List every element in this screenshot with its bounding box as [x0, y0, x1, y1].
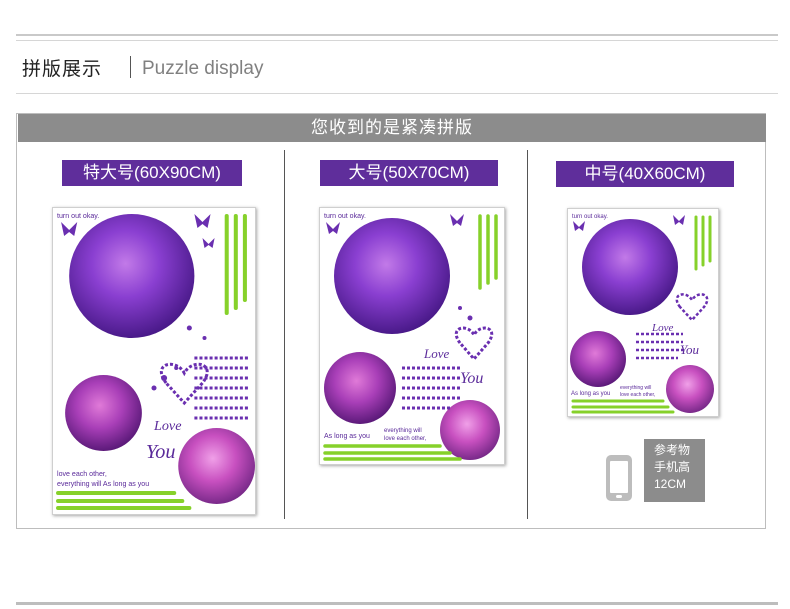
top-rule: [16, 34, 778, 36]
sticker-alt-2: everything will: [620, 385, 651, 391]
compact-layout-banner: 您收到的是紧凑拼版: [18, 114, 766, 142]
sticker-art: turn out okay. Love You As long as you e…: [323, 213, 500, 461]
size-label-l: 大号(50X70CM): [320, 160, 498, 186]
sticker-alt-3: love each other,: [620, 392, 655, 398]
section-title: 拼版展示: [22, 59, 103, 80]
sticker-love: Love: [651, 322, 674, 334]
sticker-art: turn out okay. Love You love each other,…: [56, 213, 255, 510]
phone-icon: [606, 455, 632, 501]
sticker-you: You: [146, 441, 176, 463]
header-underline: [16, 93, 778, 94]
sticker-love: Love: [153, 418, 181, 434]
sticker-preview-xl: turn out okay. Love You love each other,…: [52, 207, 256, 515]
reference-line-1: 参考物: [654, 443, 691, 457]
title-separator: [130, 56, 131, 78]
bottom-rule: [16, 602, 778, 605]
sticker-alt-2: everything will: [384, 428, 422, 434]
column-divider-1: [284, 150, 285, 519]
sticker-preview-l: turn out okay. Love You As long as you e…: [319, 207, 505, 465]
sticker-art: turn out okay. Love You As long as you e…: [570, 214, 714, 414]
reference-line-3: 12CM: [654, 477, 687, 491]
sticker-you: You: [680, 342, 700, 357]
sticker-line-2: everything will As long as you: [57, 481, 149, 488]
reference-line-2: 手机高: [654, 460, 691, 474]
sticker-line-1: love each other,: [57, 471, 107, 478]
size-label-m: 中号(40X60CM): [556, 161, 734, 187]
size-label-xl: 特大号(60X90CM): [62, 160, 242, 186]
section-subtitle: Puzzle display: [142, 58, 264, 79]
sticker-alt-1: As long as you: [571, 391, 610, 397]
sticker-love: Love: [423, 346, 450, 361]
phone-home-button: [616, 495, 622, 498]
sticker-phrase-top: turn out okay.: [57, 213, 99, 220]
top-rule-thin: [16, 40, 778, 41]
sticker-phrase-top: turn out okay.: [324, 213, 366, 220]
phone-screen: [610, 461, 628, 493]
sticker-alt-1: As long as you: [324, 433, 370, 440]
column-divider-2: [527, 150, 528, 519]
sticker-phrase-top: turn out okay.: [572, 214, 608, 220]
sticker-alt-3: love each other,: [384, 436, 427, 442]
reference-note: 参考物 手机高 12CM: [644, 439, 705, 502]
sticker-preview-m: turn out okay. Love You As long as you e…: [567, 208, 719, 417]
sticker-you: You: [460, 370, 483, 387]
